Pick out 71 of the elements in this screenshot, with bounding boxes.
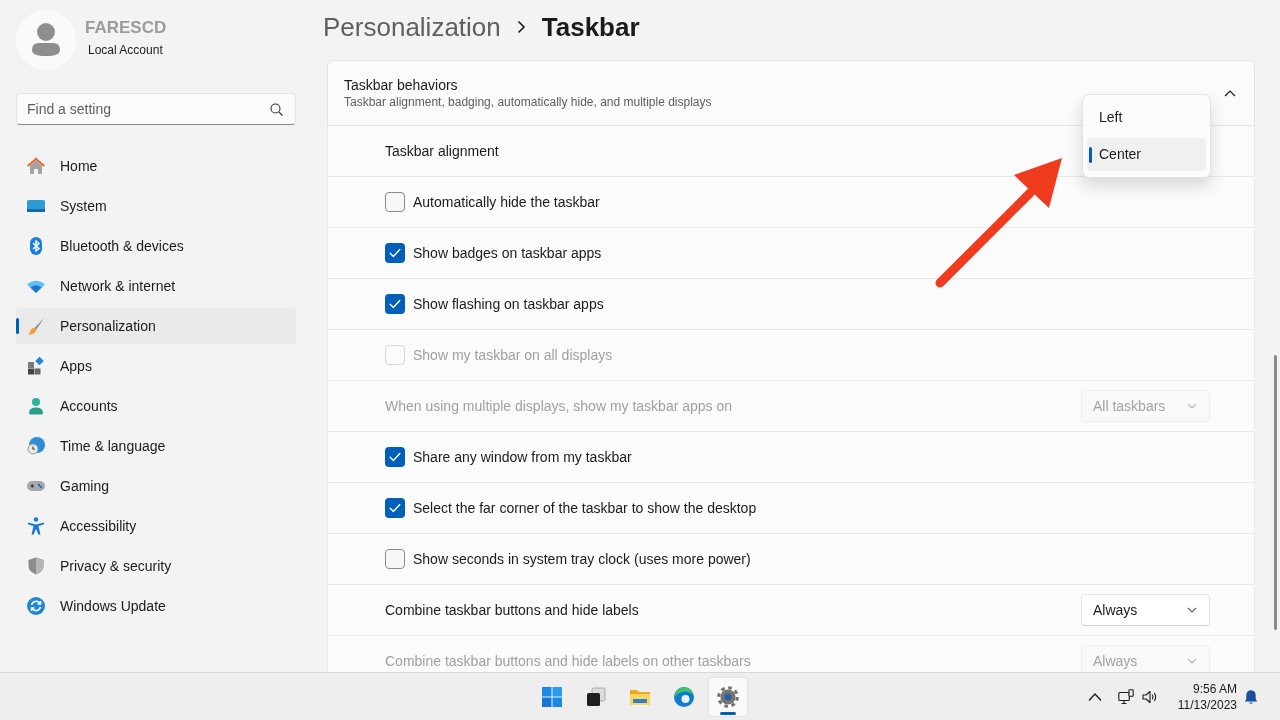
checkbox[interactable]: [385, 447, 405, 467]
sidebar-item[interactable]: Network & internet: [16, 268, 296, 304]
sidebar-item[interactable]: Personalization: [16, 308, 296, 344]
chevron-down-icon: [1187, 607, 1197, 613]
overlapping-squares-icon: [584, 684, 608, 709]
sidebar-item[interactable]: System: [16, 188, 296, 224]
sidebar-item[interactable]: Apps: [16, 348, 296, 384]
selection-indicator-icon: [1089, 146, 1092, 163]
checkbox[interactable]: [385, 192, 405, 212]
checkbox-label: Show flashing on taskbar apps: [413, 294, 604, 314]
sync-arrows-icon: [26, 596, 46, 616]
checkbox[interactable]: [385, 243, 405, 263]
setting-label: Taskbar alignment: [385, 141, 499, 161]
checkbox[interactable]: [385, 549, 405, 569]
sidebar-item[interactable]: Time & language: [16, 428, 296, 464]
person-icon: [26, 396, 46, 416]
account-type: Local Account: [88, 42, 164, 58]
volume-icon[interactable]: [1141, 688, 1158, 705]
checkmark-icon: [389, 299, 401, 309]
setting-label: When using multiple displays, show my taskbar apps on: [385, 396, 733, 416]
checkbox[interactable]: [385, 294, 405, 314]
checkbox-label: Share any window from my taskbar: [413, 447, 632, 467]
sidebar-item[interactable]: Accounts: [16, 388, 296, 424]
sidebar-item[interactable]: Accessibility: [16, 508, 296, 544]
menu-option[interactable]: Center: [1087, 138, 1206, 171]
browser-icon: [672, 684, 696, 709]
sidebar-item[interactable]: Privacy & security: [16, 548, 296, 584]
chevron-down-icon: [1187, 658, 1197, 664]
chevron-down-icon: [1187, 403, 1197, 409]
sidebar-item[interactable]: Gaming: [16, 468, 296, 504]
globe-clock-icon: [26, 436, 46, 456]
start-icon: [540, 684, 564, 709]
gear-icon: [716, 684, 740, 709]
page-title: Taskbar: [541, 11, 640, 44]
section-subtitle: Taskbar alignment, badging, automatically hide, and multiple displays: [344, 94, 712, 110]
checkmark-icon: [389, 503, 401, 513]
home-icon: [26, 156, 46, 176]
shield-icon: [26, 556, 46, 576]
chevron-right-icon: [516, 20, 526, 34]
search-icon: [270, 103, 283, 116]
checkbox-label: Select the far corner of the taskbar to show the desktop: [413, 498, 757, 518]
clock-date: 11/13/2023: [1177, 696, 1237, 713]
avatar-icon: [16, 10, 76, 70]
breadcrumb-link[interactable]: Personalization: [323, 10, 501, 44]
setting-label: Combine taskbar buttons and hide labels on other taskbars: [385, 651, 751, 671]
accessibility-icon: [26, 516, 46, 536]
sidebar-item[interactable]: Windows Update: [16, 588, 296, 624]
search-field[interactable]: Find a setting: [16, 93, 296, 125]
checkbox-label: Show badges on taskbar apps: [413, 243, 602, 263]
checkbox[interactable]: [385, 498, 405, 518]
notification-bell-icon[interactable]: [1243, 688, 1259, 705]
checkbox-label: Show seconds in system tray clock (uses more power): [413, 549, 751, 569]
chevron-up-icon: [1224, 89, 1236, 97]
setting-label: Combine taskbar buttons and hide labels: [385, 600, 639, 620]
sidebar-item[interactable]: Bluetooth & devices: [16, 228, 296, 264]
checkbox-label: Show my taskbar on all displays: [413, 345, 613, 365]
checkmark-icon: [389, 452, 401, 462]
sidebar-item[interactable]: Home: [16, 148, 296, 184]
account-name: FARESCD: [85, 17, 167, 39]
active-indicator-icon: [720, 711, 736, 715]
section-title: Taskbar behaviors: [344, 76, 459, 94]
chevron-up-icon[interactable]: [1086, 691, 1103, 702]
selection-indicator-icon: [16, 318, 19, 334]
taskbar-app-button[interactable]: [708, 676, 748, 717]
checkmark-icon: [389, 248, 401, 258]
apps-grid-icon: [26, 356, 46, 376]
checkbox-label: Automatically hide the taskbar: [413, 192, 600, 212]
dropdown[interactable]: Always: [1081, 594, 1210, 626]
clock-time: 9:56 AM: [1192, 680, 1237, 697]
scrollbar-thumb[interactable]: [1274, 355, 1277, 630]
network-icon[interactable]: [1117, 688, 1134, 705]
